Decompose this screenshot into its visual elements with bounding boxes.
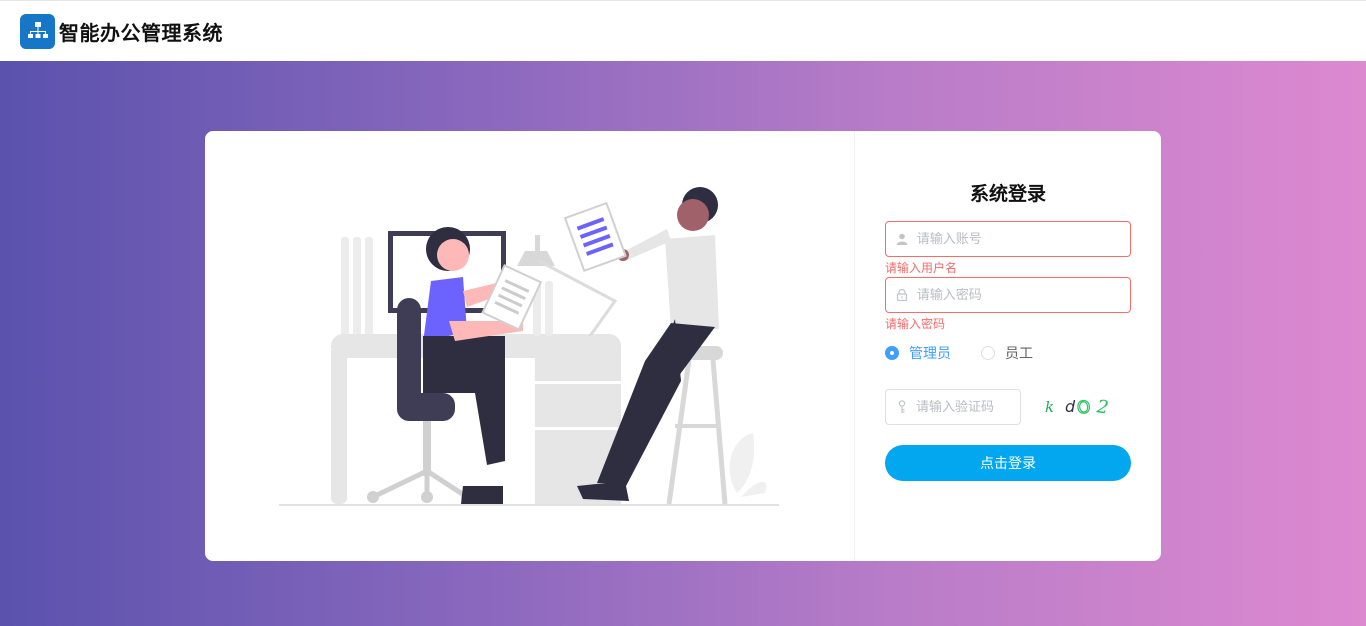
svg-text:d: d <box>1065 397 1076 416</box>
svg-text:k: k <box>1045 398 1054 416</box>
user-icon <box>896 232 909 246</box>
lock-icon <box>896 288 909 302</box>
org-chart-icon <box>20 13 55 49</box>
captcha-input[interactable] <box>916 399 1020 415</box>
username-field[interactable] <box>885 221 1131 257</box>
login-button[interactable]: 点击登录 <box>885 445 1131 481</box>
top-header: 智能办公管理系统 <box>0 0 1366 61</box>
username-error: 请输入用户名 <box>885 261 958 275</box>
role-label-employee[interactable]: 员工 <box>1005 343 1033 363</box>
password-error: 请输入密码 <box>885 317 946 331</box>
key-icon <box>896 400 908 414</box>
password-field[interactable] <box>885 277 1131 313</box>
role-radio-admin[interactable]: 管理员 <box>885 343 951 363</box>
office-illustration <box>279 187 779 506</box>
captcha-image[interactable]: k d O 2 <box>1043 393 1123 421</box>
username-input[interactable] <box>916 231 1130 247</box>
role-selector: 管理员 员工 <box>885 343 1063 363</box>
login-card: 系统登录 请输入用户名 请输入密码 管理员 员工 <box>205 131 1161 561</box>
app-title: 智能办公管理系统 <box>59 20 223 45</box>
radio-dot[interactable] <box>885 346 899 360</box>
password-input[interactable] <box>916 287 1130 303</box>
role-label-admin[interactable]: 管理员 <box>909 343 951 363</box>
role-radio-employee[interactable]: 员工 <box>981 343 1033 363</box>
panel-divider <box>854 131 855 561</box>
svg-text:2: 2 <box>1095 396 1110 419</box>
radio-dot[interactable] <box>981 346 995 360</box>
login-title: 系统登录 <box>969 183 1046 205</box>
svg-text:O: O <box>1076 397 1091 418</box>
captcha-field[interactable] <box>885 389 1021 425</box>
